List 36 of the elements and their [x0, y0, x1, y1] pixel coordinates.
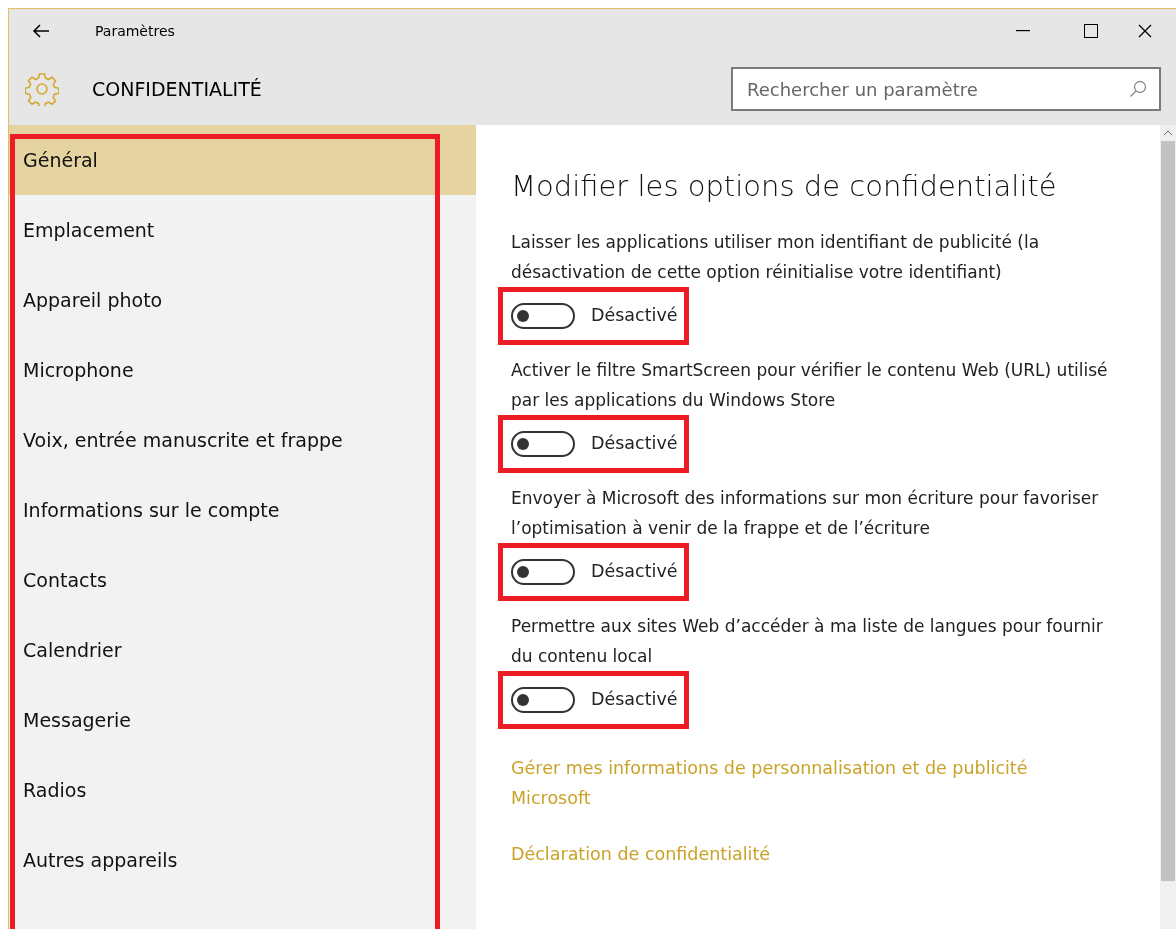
scroll-up-icon — [1163, 129, 1173, 137]
maximize-icon — [1084, 24, 1098, 38]
option-description: Permettre aux sites Web d’accéder à ma liste de langues pour fournir du contenu local — [511, 614, 1104, 668]
sidebar-item[interactable]: Calendrier — [9, 615, 476, 685]
section-heading: Modifier les options de confidentialité — [511, 168, 1058, 205]
sidebar-item[interactable]: Emplacement — [9, 195, 476, 265]
option-description: Activer le filtre SmartScreen pour vérifier le contenu Web (URL) utilisé par les applications du Windows Store — [511, 358, 1109, 412]
sidebar-item[interactable]: Microphone — [9, 335, 476, 405]
toggle-state-label: Désactivé — [591, 688, 678, 712]
sidebar-item[interactable]: Informations sur le compte — [9, 475, 476, 545]
back-arrow-icon — [32, 24, 50, 38]
gear-icon — [25, 72, 59, 106]
toggle-switch[interactable] — [511, 430, 575, 457]
option-description: Laisser les applications utiliser mon identifiant de publicité (la désactivation de cette option réinitialise votre identifiant) — [511, 230, 1041, 284]
sidebar-item[interactable]: Appareil photo — [9, 265, 476, 335]
sidebar-item[interactable]: Contacts — [9, 545, 476, 615]
sidebar-item[interactable]: Autres appareils — [9, 825, 476, 895]
toggle-switch[interactable] — [511, 302, 575, 329]
option-description: Envoyer à Microsoft des informations sur mon écriture pour favoriser l’optimisation à venir de la frappe et de l’écriture — [511, 486, 1100, 540]
scrollbar[interactable] — [1160, 125, 1176, 929]
minimize-icon — [1016, 30, 1030, 32]
search-field[interactable]: Rechercher un paramètre — [731, 67, 1161, 111]
sidebar-item[interactable]: Général — [9, 125, 476, 195]
sidebar-item[interactable]: Voix, entrée manuscrite et frappe — [9, 405, 476, 475]
sidebar-item[interactable]: Radios — [9, 755, 476, 825]
toggle-state-label: Désactivé — [591, 432, 678, 456]
toggle-state-label: Désactivé — [591, 304, 678, 328]
toggle-state-label: Désactivé — [591, 560, 678, 584]
scrollbar-thumb[interactable] — [1161, 141, 1175, 881]
window-title: Paramètres — [95, 21, 176, 41]
page-title: CONFIDENTIALITÉ — [92, 76, 263, 102]
close-icon — [1138, 24, 1152, 38]
sidebar-item[interactable]: Messagerie — [9, 685, 476, 755]
toggle-switch[interactable] — [511, 686, 575, 713]
search-icon — [1129, 80, 1147, 98]
toggle-switch[interactable] — [511, 558, 575, 585]
